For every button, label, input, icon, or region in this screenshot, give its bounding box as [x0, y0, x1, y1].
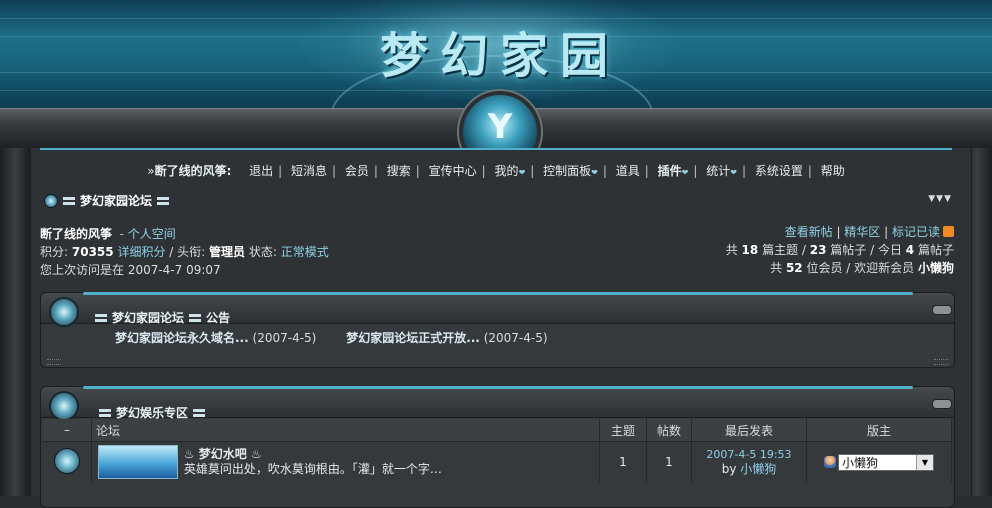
user-name[interactable]: 断了线的风筝: [40, 227, 112, 241]
stats-text: 共: [725, 243, 738, 257]
stats-text: 篇主题 /: [762, 243, 806, 257]
points-value: 70355: [71, 245, 114, 259]
status-label: 状态:: [248, 245, 277, 259]
equals-icon: [99, 408, 111, 417]
last-visit: 您上次访问是在 2007-4-7 09:07: [40, 263, 221, 277]
stats-text: 篇帖子: [917, 243, 954, 257]
member-count: 52: [785, 261, 803, 275]
left-frame: [0, 148, 30, 496]
forum-topic-count: 1: [599, 441, 647, 482]
equals-icon: [189, 313, 202, 322]
divider-line: [40, 148, 952, 150]
nav-control-panel[interactable]: 控制面板❤: [543, 162, 598, 179]
nav-plugins[interactable]: 插件❤: [658, 162, 689, 179]
chevron-down-icon[interactable]: ▼: [916, 454, 933, 470]
view-new-posts-link[interactable]: 查看新帖: [785, 225, 833, 239]
announcement-list: 梦幻家园论坛永久域名... (2007-4-5) 梦幻家园论坛正式开放... (…: [115, 329, 574, 346]
nav-stats[interactable]: 统计❤: [706, 162, 737, 179]
last-post-by-label: by: [721, 462, 737, 476]
nav-items[interactable]: 道具: [616, 162, 640, 179]
forum-stats: 查看新帖 | 精华区 | 标记已读 共 18 篇主题 / 23 篇帖子 / 今日…: [725, 225, 954, 275]
user-space-link[interactable]: - 个人空间: [120, 227, 176, 241]
announcement-item[interactable]: 梦幻家园论坛永久域名... (2007-4-5): [115, 331, 316, 345]
equals-icon: [157, 196, 170, 205]
forum-deco-icon: ♨: [183, 447, 195, 461]
nav-username[interactable]: 断了线的风筝:: [155, 162, 232, 179]
chevron-down-icon: ❤: [518, 168, 526, 177]
col-topics: 主题: [599, 419, 647, 442]
chevron-down-icon: ❤: [591, 168, 598, 177]
points-label: 积分:: [40, 245, 69, 259]
user-info: 断了线的风筝 - 个人空间 积分: 70355 详细积分 / 头衔: 管理员 状…: [40, 225, 329, 279]
bullet-disc-icon: [44, 193, 58, 208]
title-value: 管理员: [209, 245, 246, 259]
nav-help[interactable]: 帮助: [821, 162, 845, 179]
nav-promo[interactable]: 宣传中心: [429, 162, 477, 179]
announcement-item[interactable]: 梦幻家园论坛正式开放... (2007-4-5): [346, 331, 547, 345]
col-forum: 论坛: [91, 419, 600, 442]
forum-description: 英雄莫问出处，吹水莫询根由。「灌」就一个字…: [183, 462, 442, 476]
forum-post-count: 1: [646, 441, 692, 482]
col-moderators: 版主: [806, 419, 952, 442]
breadcrumb: 梦幻家园论坛: [44, 192, 170, 209]
chevron-down-icon: ❤: [681, 168, 689, 177]
status-value[interactable]: 正常模式: [281, 245, 329, 259]
top-nav: »断了线的风筝: 退出 | 短消息 | 会员 | 搜索 | 宣传中心 | 我的❤ | 控制面…: [147, 162, 845, 179]
nav-prefix: »: [147, 164, 155, 178]
mark-read-link[interactable]: 标记已读: [892, 225, 940, 239]
newest-member-link[interactable]: 小懒狗: [918, 261, 954, 275]
panel-toggle[interactable]: [932, 305, 952, 315]
forum-section-panel: 梦幻娱乐专区 – 论坛 主题 帖数 最后发表 版主 ♨ 梦幻水吧 ♨ 英雄莫问出…: [40, 386, 955, 508]
nav-settings[interactable]: 系统设置: [755, 162, 803, 179]
site-logo-title: 梦幻家园: [379, 28, 620, 84]
stats-text: 位会员 / 欢迎新会员: [806, 261, 915, 275]
today-count: 4: [905, 243, 915, 257]
moderator-icon: [824, 456, 836, 468]
title-label: / 头衔:: [169, 245, 206, 259]
nav-logout[interactable]: 退出: [249, 162, 273, 179]
panel-disc-icon: [49, 391, 79, 421]
nav-search[interactable]: 搜索: [387, 162, 411, 179]
announcement-forum-name[interactable]: 梦幻家园论坛: [112, 309, 184, 326]
points-detail-link[interactable]: 详细积分: [117, 245, 165, 259]
nav-members[interactable]: 会员: [345, 162, 369, 179]
stats-text: 共: [770, 261, 783, 275]
chevron-down-icon: ❤: [730, 168, 737, 177]
forum-table: – 论坛 主题 帖数 最后发表 版主 ♨ 梦幻水吧 ♨ 英雄莫问出处，吹水莫询根…: [43, 419, 952, 482]
col-posts: 帖数: [646, 419, 692, 442]
forum-deco-icon: ♨: [250, 447, 262, 461]
table-row: ♨ 梦幻水吧 ♨ 英雄莫问出处，吹水莫询根由。「灌」就一个字… 1 1 2007…: [43, 441, 952, 482]
last-post-author[interactable]: 小懒狗: [740, 462, 776, 476]
panel-disc-icon: [49, 297, 79, 327]
grip-handle: [47, 359, 61, 365]
announcement-label: 公告: [206, 311, 231, 325]
col-collapse[interactable]: –: [43, 419, 92, 442]
equals-icon: [63, 196, 75, 205]
announcement-panel: 梦幻家园论坛 公告 梦幻家园论坛永久域名... (2007-4-5) 梦幻家园论…: [40, 292, 955, 368]
stats-text: 篇帖子 / 今日: [830, 243, 902, 257]
digest-link[interactable]: 精华区: [844, 225, 880, 239]
moderator-select[interactable]: 小懒狗 ▼: [838, 453, 934, 471]
rss-icon[interactable]: [943, 226, 954, 237]
header-bar: Y: [0, 91, 992, 173]
panel-toggle[interactable]: [932, 399, 952, 409]
post-count: 23: [809, 243, 827, 257]
topic-count: 18: [741, 243, 759, 257]
forum-thumbnail[interactable]: [98, 445, 178, 479]
announcement-title: 梦幻家园论坛 公告: [95, 309, 230, 326]
col-last-post: 最后发表: [691, 419, 807, 442]
last-post-time[interactable]: 2007-4-5 19:53: [706, 448, 791, 461]
nav-mine[interactable]: 我的❤: [495, 162, 526, 179]
equals-icon: [193, 408, 206, 417]
collapse-arrows-icon[interactable]: ▼▼▼: [928, 194, 952, 204]
equals-icon: [95, 313, 107, 322]
forum-status-icon: [54, 447, 80, 474]
breadcrumb-forum-home[interactable]: 梦幻家园论坛: [80, 192, 152, 209]
grip-handle: [934, 359, 948, 365]
forum-name-link[interactable]: 梦幻水吧: [199, 447, 247, 461]
table-header: – 论坛 主题 帖数 最后发表 版主: [43, 419, 952, 442]
nav-messages[interactable]: 短消息: [291, 162, 327, 179]
